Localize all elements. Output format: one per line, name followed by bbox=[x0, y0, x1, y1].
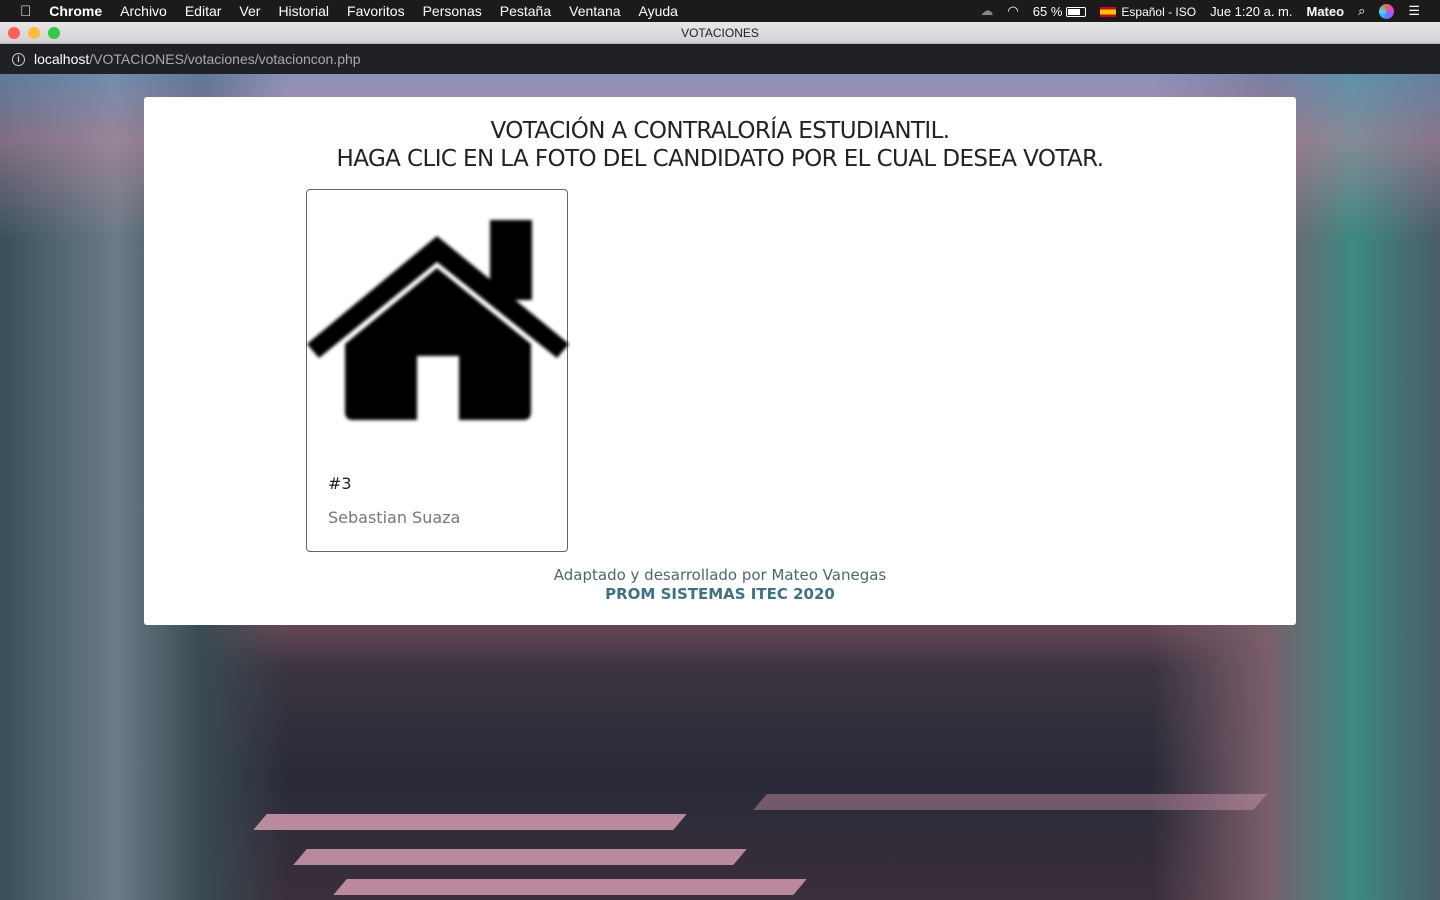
notification-center-icon[interactable]: ☰ bbox=[1408, 3, 1420, 19]
battery-icon bbox=[1066, 7, 1087, 18]
title-line-1: VOTACIÓN A CONTRALORÍA ESTUDIANTIL. bbox=[490, 118, 950, 144]
house-icon[interactable] bbox=[307, 216, 569, 426]
battery-status[interactable]: 65 % bbox=[1033, 4, 1087, 19]
minimize-window-button[interactable] bbox=[28, 27, 40, 39]
menu-editar[interactable]: Editar bbox=[185, 3, 222, 19]
clock[interactable]: Jue 1:20 a. m. bbox=[1210, 4, 1292, 19]
macos-menubar:  Chrome Archivo Editar Ver Historial Fa… bbox=[0, 0, 1440, 22]
menu-ver[interactable]: Ver bbox=[239, 3, 260, 19]
user-name[interactable]: Mateo bbox=[1307, 4, 1345, 19]
voting-panel: VOTACIÓN A CONTRALORÍA ESTUDIANTIL. HAGA… bbox=[144, 97, 1296, 625]
zoom-window-button[interactable] bbox=[48, 27, 60, 39]
menu-app[interactable]: Chrome bbox=[49, 3, 102, 19]
page-title: VOTACIÓN A CONTRALORÍA ESTUDIANTIL. HAGA… bbox=[144, 117, 1296, 173]
candidate-name: Sebastian Suaza bbox=[328, 508, 461, 527]
menu-favoritos[interactable]: Favoritos bbox=[347, 3, 405, 19]
footer-credit: Adaptado y desarrollado por Mateo Vanega… bbox=[553, 566, 887, 584]
menu-pestana[interactable]: Pestaña bbox=[500, 3, 551, 19]
siri-icon[interactable] bbox=[1379, 3, 1395, 19]
address-bar[interactable]: i localhost/VOTACIONES/votaciones/votaci… bbox=[0, 44, 1440, 74]
wifi-icon[interactable]: ◠ bbox=[1007, 3, 1018, 19]
title-line-2: HAGA CLIC EN LA FOTO DEL CANDIDATO POR E… bbox=[336, 146, 1105, 172]
url-host: localhost bbox=[34, 51, 90, 67]
spotlight-search-icon[interactable]: ⌕ bbox=[1358, 3, 1365, 19]
menu-historial[interactable]: Historial bbox=[278, 3, 329, 19]
close-window-button[interactable] bbox=[8, 27, 20, 39]
menu-archivo[interactable]: Archivo bbox=[120, 3, 167, 19]
candidate-number: #3 bbox=[328, 474, 352, 493]
menu-ayuda[interactable]: Ayuda bbox=[639, 3, 678, 19]
menu-personas[interactable]: Personas bbox=[423, 3, 482, 19]
info-icon[interactable]: i bbox=[12, 52, 25, 66]
footer-org: PROM SISTEMAS ITEC 2020 bbox=[605, 585, 835, 603]
input-source-label: Español - ISO bbox=[1121, 4, 1197, 19]
window-title: VOTACIONES bbox=[681, 26, 759, 40]
apple-icon[interactable]:  bbox=[20, 3, 31, 20]
battery-text: 65 % bbox=[1032, 3, 1063, 19]
spain-flag-icon bbox=[1100, 7, 1117, 18]
candidate-card[interactable]: #3 Sebastian Suaza bbox=[306, 189, 569, 552]
input-source[interactable]: Español - ISO bbox=[1100, 4, 1196, 19]
url-path: /VOTACIONES/votaciones/votacioncon.php bbox=[89, 51, 361, 67]
creative-cloud-icon[interactable]: ☁ bbox=[980, 3, 993, 19]
window-titlebar: VOTACIONES bbox=[0, 22, 1440, 44]
menu-ventana[interactable]: Ventana bbox=[569, 3, 620, 19]
